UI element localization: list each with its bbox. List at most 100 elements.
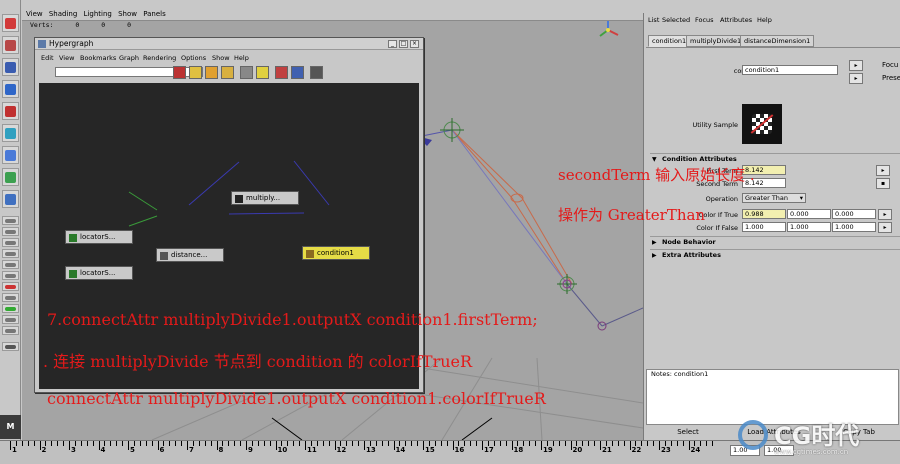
input-output-icon[interactable] [256,66,269,79]
ae-menu-help[interactable]: Help [757,16,772,24]
focus-button[interactable]: Focu [882,61,898,69]
color-if-false-r[interactable]: 1.000 [742,222,786,232]
presets-arrow-icon[interactable]: ▸ [849,73,863,84]
hg-menu-show[interactable]: Show [212,54,230,62]
node-condition[interactable]: condition1 [302,246,370,260]
bookmark-editor-icon[interactable] [291,66,304,79]
node-multiply-divide[interactable]: multiply... [231,191,299,205]
scene-hierarchy-icon[interactable] [240,66,253,79]
timeline-tick-label: 13 [366,446,376,454]
select-tool-icon[interactable] [2,14,19,32]
ae-menu-selected[interactable]: Selected [662,16,690,24]
node-locator-1[interactable]: locatorS... [65,230,133,244]
ae-menu-attributes[interactable]: Attributes [720,16,752,24]
hg-menu-graph[interactable]: Graph [119,54,139,62]
layout-four-icon[interactable] [2,227,19,236]
layout-extra-icon[interactable] [2,326,19,335]
hypergraph-canvas[interactable]: multiply... locatorS... locatorS... dist… [39,83,419,389]
expand-layouts-icon[interactable] [2,342,19,351]
layout-single-icon[interactable] [2,216,19,225]
toggle-swatches-icon[interactable] [310,66,323,79]
soft-mod-tool-icon[interactable] [2,168,19,186]
hypergraph-titlebar[interactable]: Hypergraph _ □ × [35,38,423,50]
maximize-button[interactable]: □ [399,40,408,48]
operation-select[interactable]: Greater Than ▾ [742,193,806,203]
layout-custom-icon[interactable] [2,315,19,324]
node-name-field[interactable]: condition1 [742,65,838,75]
node-distance-dimension[interactable]: distance... [156,248,224,262]
map-color-true-icon[interactable]: ▸ [878,209,892,220]
utility-sample-swatch[interactable] [742,104,782,144]
layout-outliner-icon[interactable] [2,249,19,258]
hg-menu-view[interactable]: View [59,54,74,62]
rotate-tool-icon[interactable] [2,102,19,120]
minimize-button[interactable]: _ [388,40,397,48]
frame-all-icon[interactable] [173,66,186,79]
presets-button[interactable]: Prese [882,74,900,82]
timeline-tick [69,441,70,450]
manipulator-tool-icon[interactable] [2,146,19,164]
timeline-minor-tick [287,441,289,446]
color-if-true-g[interactable]: 0.000 [787,209,831,219]
viewport-menu-panels[interactable]: Panels [143,8,166,21]
focus-arrow-icon[interactable]: ▸ [849,60,863,71]
layout-render-icon[interactable] [2,304,19,313]
close-button[interactable]: × [410,40,419,48]
tab-condition1[interactable]: condition1 [648,35,691,47]
heads-up-verts: Verts: 0 0 0 [30,21,149,29]
hg-menu-edit[interactable]: Edit [41,54,54,62]
frame-hierarchy-icon[interactable] [205,66,218,79]
scale-tool-icon[interactable] [2,124,19,142]
viewport-menu-view[interactable]: View [26,8,43,21]
timeline-minor-tick [299,441,301,446]
map-color-false-icon[interactable]: ▸ [878,222,892,233]
layout-graph-icon[interactable] [2,260,19,269]
timeline-minor-tick [175,441,177,446]
last-tool-icon[interactable] [2,190,19,208]
annotation-connect-note: . 连接 multiplyDivide 节点到 condition 的 colo… [43,352,473,371]
timeline-minor-tick [712,441,714,446]
color-if-true-r[interactable]: 0.988 [742,209,786,219]
tab-distance-dimension1[interactable]: distanceDimension1 [740,35,815,47]
hg-menu-help[interactable]: Help [234,54,249,62]
frame-branch-icon[interactable] [221,66,234,79]
layout-two-icon[interactable] [2,238,19,247]
move-tool-icon[interactable] [2,80,19,98]
timeline-minor-tick [641,441,643,446]
timeline-minor-tick [564,441,566,446]
add-bookmark-icon[interactable] [275,66,288,79]
ae-menu-focus[interactable]: Focus [695,16,714,24]
lasso-tool-icon[interactable] [2,36,19,54]
paint-tool-icon[interactable] [2,58,19,76]
layout-hypershade-icon[interactable] [2,271,19,280]
map-first-term-icon[interactable]: ▸ [876,165,890,176]
timeline-minor-tick [411,441,413,446]
timeline-tick [216,441,218,450]
viewport-menu-show[interactable]: Show [118,8,137,21]
section-node-behavior[interactable]: ▶ Node Behavior [650,236,900,247]
hg-menu-rendering[interactable]: Rendering [143,54,176,62]
notes-label: Notes: condition1 [651,370,709,378]
viewport-menu-shading[interactable]: Shading [49,8,77,21]
color-if-true-b[interactable]: 0.000 [832,209,876,219]
section-extra-attributes[interactable]: ▶ Extra Attributes [650,249,900,260]
ae-menu-list[interactable]: List [648,16,659,24]
layout-persp-icon[interactable] [2,282,19,291]
timeline-tick [305,441,306,450]
viewport-menu-lighting[interactable]: Lighting [84,8,112,21]
frame-selection-icon[interactable] [189,66,202,79]
map-second-term-icon[interactable]: ▪ [876,178,890,189]
hypergraph-window-icon [38,40,46,48]
section-condition-attributes[interactable]: ▼ Condition Attributes [650,153,900,164]
timeline-minor-tick [80,441,82,446]
color-if-false-b[interactable]: 1.000 [832,222,876,232]
hg-menu-options[interactable]: Options [181,54,206,62]
timeline-minor-tick [387,441,389,446]
color-if-false-g[interactable]: 1.000 [787,222,831,232]
select-button[interactable]: Select [646,426,730,438]
hg-menu-bookmarks[interactable]: Bookmarks [80,54,116,62]
node-locator-2[interactable]: locatorS... [65,266,133,280]
tab-multiply-divide1[interactable]: multiplyDivide1 [686,35,746,47]
timeline-tick [334,441,336,450]
layout-dope-icon[interactable] [2,293,19,302]
